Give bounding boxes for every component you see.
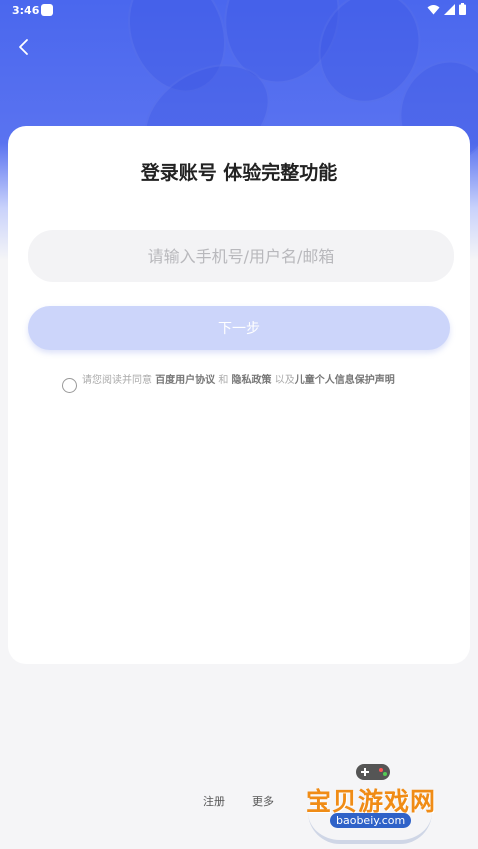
account-input[interactable] [28, 230, 454, 282]
login-card: 登录账号 体验完整功能 下一步 请您阅读并同意 百度用户协议 和 隐私政策 以及… [8, 126, 470, 664]
agreement-and: 和 [215, 375, 232, 386]
register-link[interactable]: 注册 [203, 793, 225, 809]
agreement-and2: 以及 [271, 375, 295, 386]
back-button[interactable] [14, 36, 36, 58]
status-icons [427, 3, 466, 15]
more-link[interactable]: 更多 [252, 793, 274, 809]
signal-icon [444, 3, 455, 15]
agree-radio[interactable] [62, 378, 77, 393]
page-title: 登录账号 体验完整功能 [140, 162, 338, 184]
agreement-prefix: 请您阅读并同意 [82, 375, 156, 386]
watermark-url: baobeiy.com [330, 813, 412, 828]
gamepad-icon [356, 764, 390, 780]
watermark-logo: 宝贝游戏网 baobeiy.com [300, 760, 450, 844]
status-bar: 3:46 [0, 0, 478, 22]
wifi-icon [427, 4, 440, 14]
agreement-row: 请您阅读并同意 百度用户协议 和 隐私政策 以及儿童个人信息保护声明 [62, 373, 422, 393]
status-time: 3:46 [12, 4, 40, 17]
chevron-left-icon [19, 39, 28, 55]
battery-icon [459, 3, 466, 15]
agreement-text: 请您阅读并同意 百度用户协议 和 隐私政策 以及儿童个人信息保护声明 [82, 373, 422, 388]
notification-app-icon [41, 4, 53, 16]
child-policy-link[interactable]: 儿童个人信息保护声明 [295, 375, 395, 386]
next-button[interactable]: 下一步 [28, 306, 450, 350]
user-agreement-link[interactable]: 百度用户协议 [155, 375, 215, 386]
privacy-policy-link[interactable]: 隐私政策 [232, 375, 272, 386]
